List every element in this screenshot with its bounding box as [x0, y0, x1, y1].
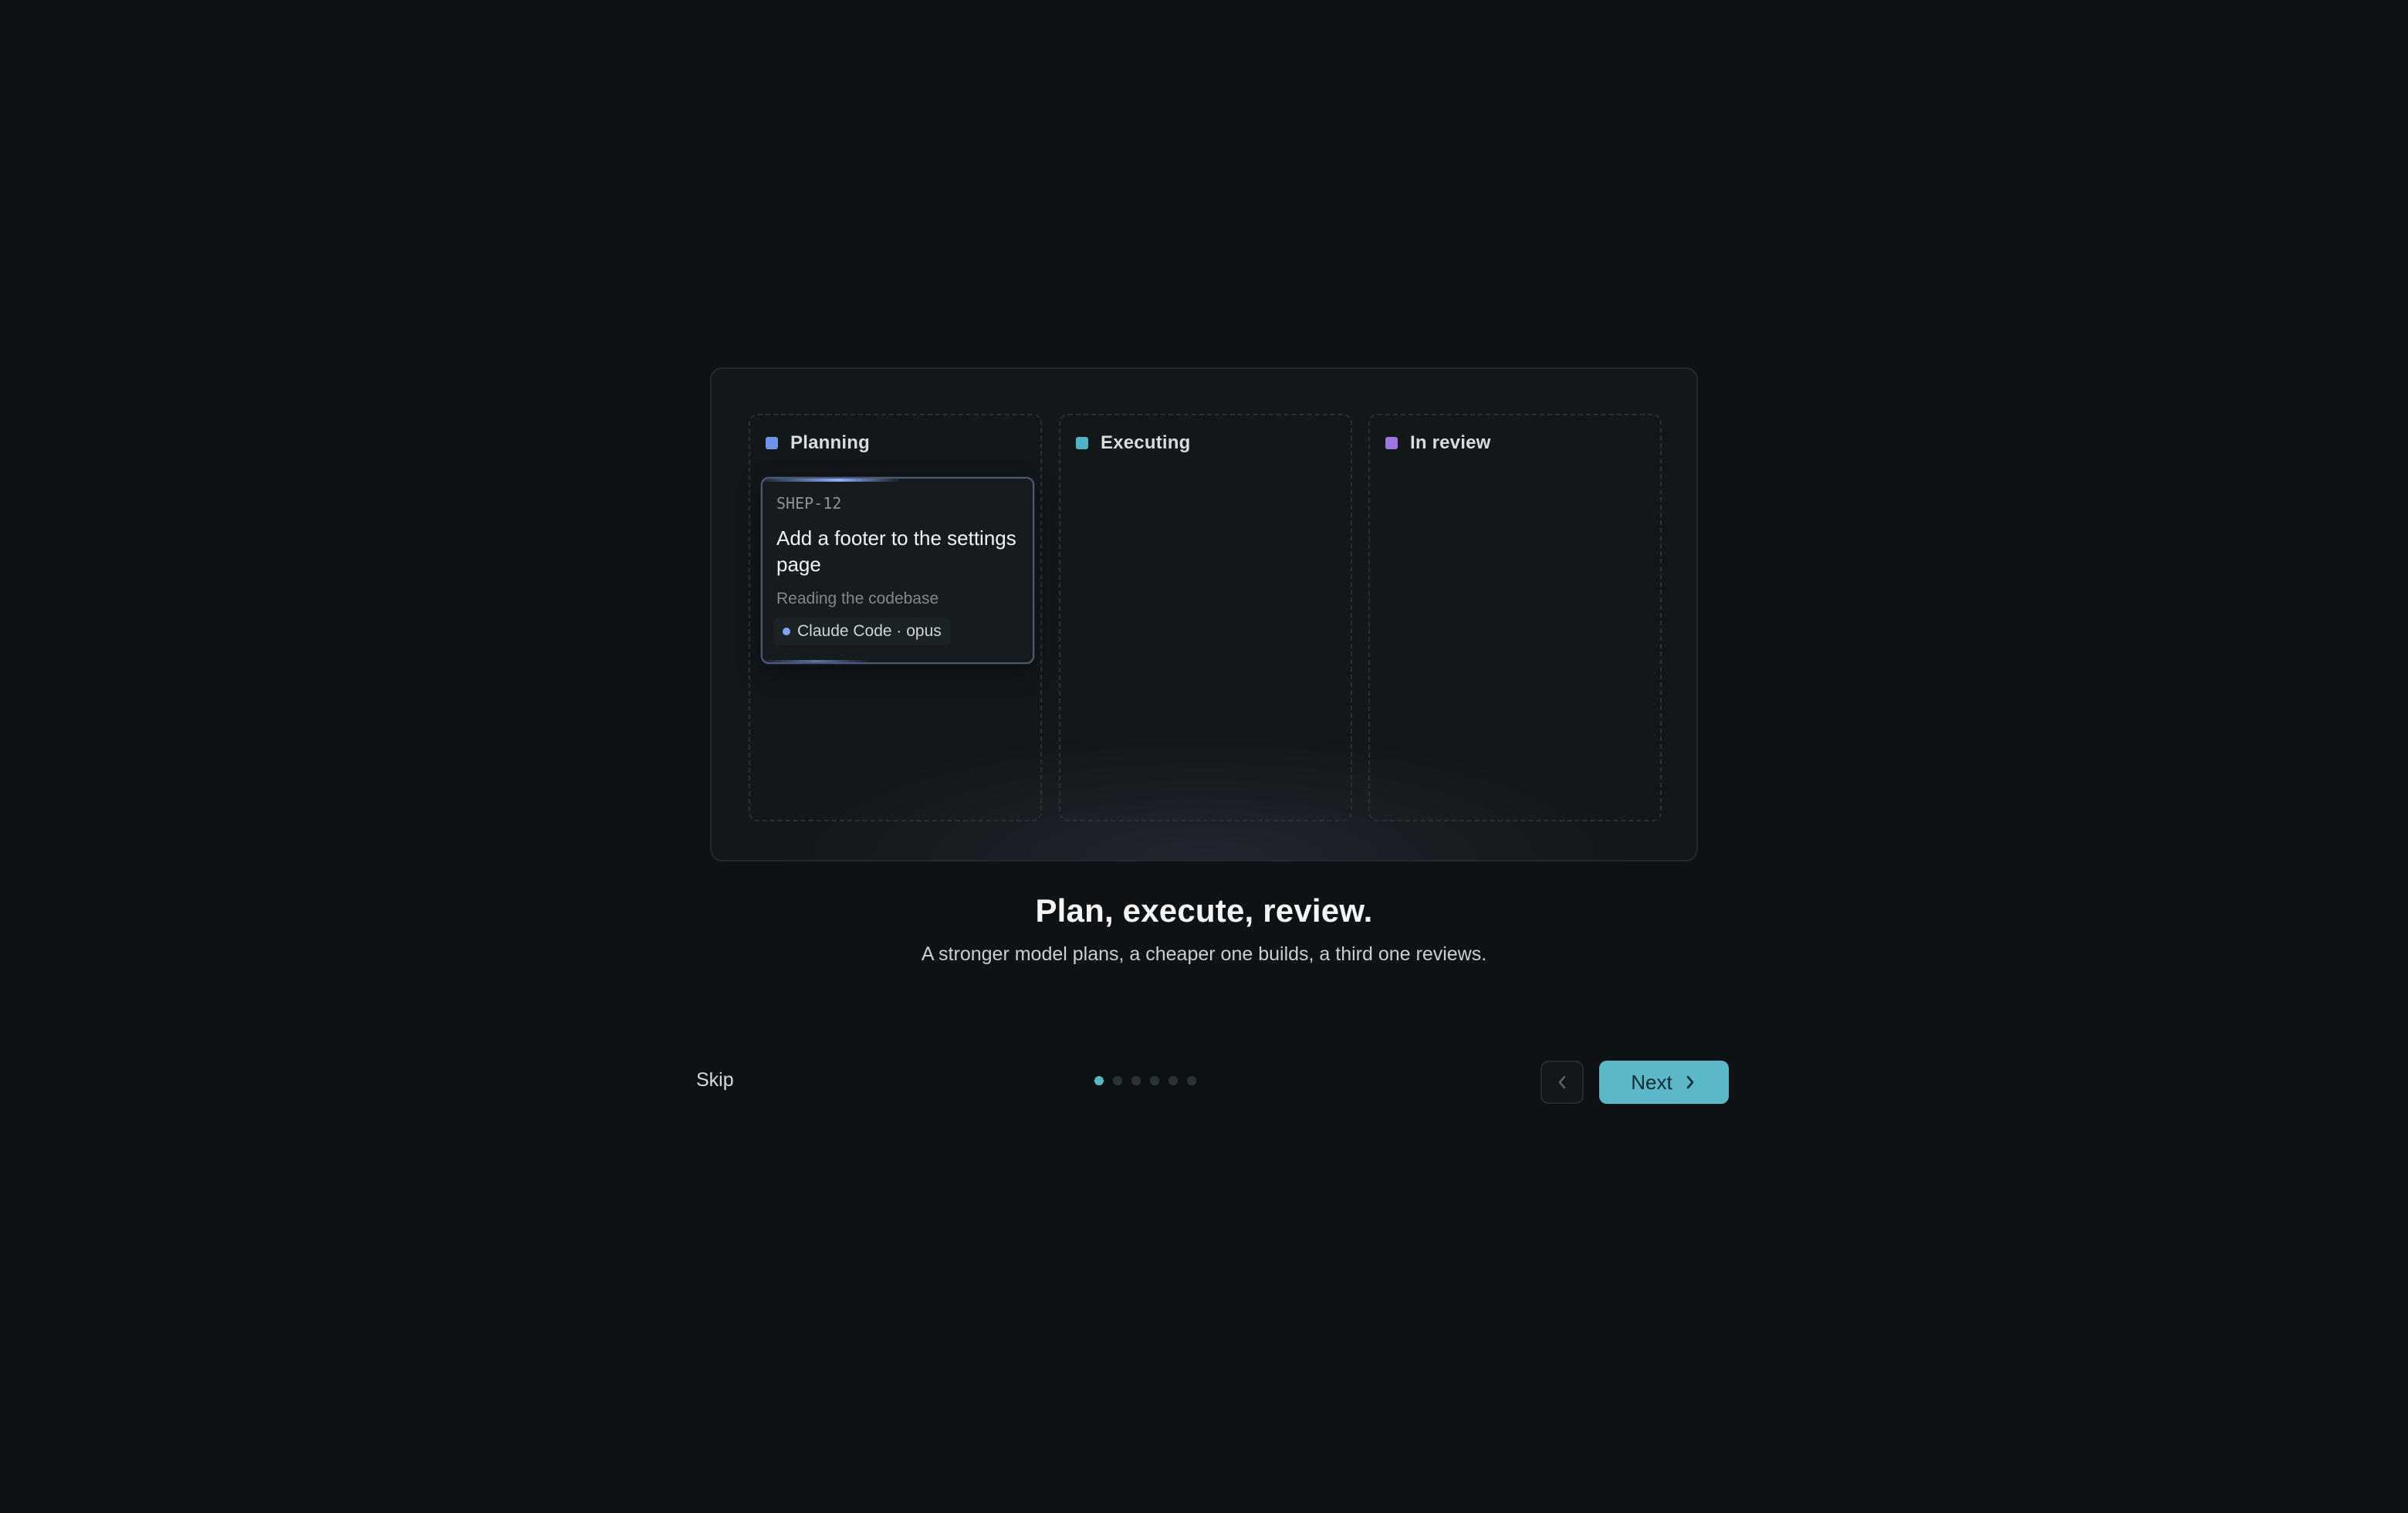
column-title: Planning	[790, 432, 870, 453]
planning-status-dot	[766, 437, 778, 449]
column-executing: Executing	[1059, 414, 1352, 821]
previous-button[interactable]	[1541, 1061, 1584, 1104]
agent-badge: Claude Code · opus	[773, 618, 951, 645]
card-id: SHEP-12	[776, 494, 842, 513]
card-status: Reading the codebase	[776, 590, 939, 608]
column-title: In review	[1410, 432, 1491, 453]
column-header-planning: Planning	[766, 431, 870, 455]
skip-button[interactable]: Skip	[687, 1064, 743, 1096]
card-glow-accent	[763, 660, 871, 662]
step-dot-3[interactable]	[1131, 1076, 1141, 1085]
column-header-executing: Executing	[1076, 431, 1191, 455]
column-title: Executing	[1101, 432, 1191, 453]
agent-label: Claude Code · opus	[797, 622, 942, 640]
column-planning: Planning SHEP-12 Add a footer to the set…	[749, 414, 1042, 821]
card-title: Add a footer to the settings page	[776, 526, 1016, 576]
chevron-right-icon	[1686, 1075, 1694, 1089]
step-indicator	[1094, 1076, 1196, 1085]
step-dot-6[interactable]	[1187, 1076, 1196, 1085]
executing-status-dot	[1076, 437, 1088, 449]
onboarding-title: Plan, execute, review.	[1035, 892, 1373, 929]
next-label: Next	[1631, 1070, 1672, 1094]
step-dot-1[interactable]	[1094, 1076, 1104, 1085]
step-dot-4[interactable]	[1150, 1076, 1159, 1085]
task-card: SHEP-12 Add a footer to the settings pag…	[761, 477, 1034, 664]
onboarding-illustration: Planning SHEP-12 Add a footer to the set…	[710, 367, 1698, 861]
card-progress-glow	[763, 479, 901, 482]
onboarding-subtitle: A stronger model plans, a cheaper one bu…	[921, 943, 1487, 965]
step-dot-5[interactable]	[1168, 1076, 1178, 1085]
next-button[interactable]: Next	[1599, 1061, 1729, 1104]
column-header-in-review: In review	[1385, 431, 1491, 455]
in-review-status-dot	[1385, 437, 1398, 449]
column-in-review: In review	[1368, 414, 1662, 821]
chevron-left-icon	[1558, 1075, 1566, 1089]
step-dot-2[interactable]	[1113, 1076, 1122, 1085]
agent-dot-icon	[783, 628, 790, 635]
